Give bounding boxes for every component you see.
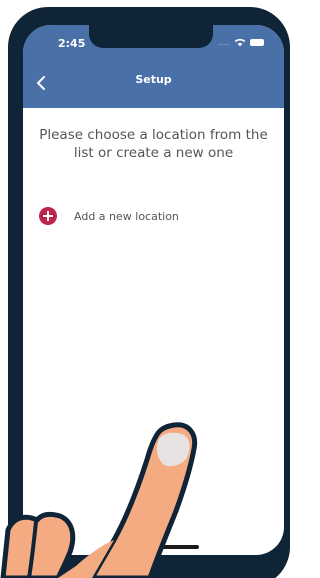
- battery-icon: [250, 39, 264, 46]
- app-screen: 2:45 .... Setup Please choose a location…: [23, 25, 284, 555]
- app-bar: 2:45 .... Setup: [23, 25, 284, 108]
- status-time: 2:45: [58, 37, 86, 50]
- status-icons: ....: [218, 38, 264, 47]
- phone-notch: [89, 25, 213, 48]
- wifi-icon: [234, 38, 246, 47]
- location-prompt: Please choose a location from the list o…: [39, 127, 268, 161]
- plus-circle-icon[interactable]: [39, 207, 57, 225]
- signal-icon: ....: [217, 38, 230, 47]
- add-location-button[interactable]: Add a new location: [39, 207, 179, 225]
- add-location-label: Add a new location: [74, 209, 179, 223]
- page-title: Setup: [135, 73, 172, 86]
- stage: 2:45 .... Setup Please choose a location…: [0, 0, 296, 578]
- home-indicator[interactable]: [107, 545, 199, 549]
